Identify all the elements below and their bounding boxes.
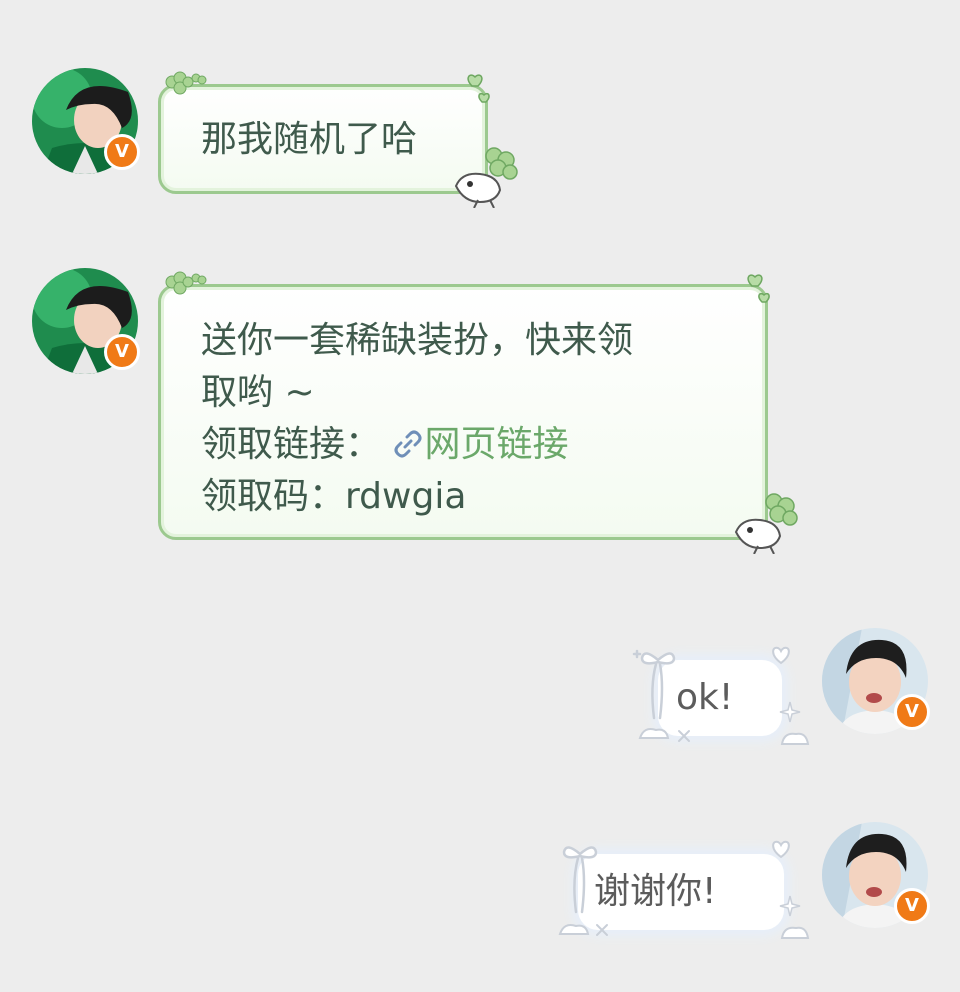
- link-text[interactable]: 网页链接: [424, 424, 568, 465]
- sparkle-icon: [779, 701, 810, 745]
- message-line: 取哟 ~: [201, 372, 315, 413]
- message-bubble[interactable]: 那我随机了哈: [158, 84, 488, 194]
- code-row: 领取码：rdwgia: [201, 471, 765, 523]
- message-line: 送你一套稀缺装扮，快来领: [201, 320, 634, 361]
- clover-icon: [165, 71, 207, 95]
- heart-icon: [467, 74, 490, 103]
- bunny-sticker-icon: [454, 147, 518, 208]
- heart-icon: [772, 840, 790, 859]
- message-bubble[interactable]: 送你一套稀缺装扮，快来领 取哟 ~ 领取链接： 网页链接 领取码：rdwgia: [158, 284, 768, 540]
- message-text: 那我随机了哈: [201, 119, 418, 160]
- heart-icon: [747, 274, 770, 303]
- message-bubble-mine[interactable]: 谢谢你!: [578, 854, 784, 930]
- sparkle-icon: [779, 895, 810, 939]
- message-text: 谢谢你!: [594, 871, 717, 912]
- verified-badge: V: [104, 334, 140, 370]
- bunny-sticker-icon: [734, 493, 798, 554]
- avatar-other[interactable]: V: [32, 268, 140, 374]
- avatar-other[interactable]: V: [32, 68, 140, 174]
- avatar-me[interactable]: V: [822, 822, 930, 928]
- clover-icon: [165, 271, 207, 295]
- cloud-icon: [596, 924, 608, 936]
- code-label: 领取码：: [201, 476, 346, 517]
- claim-code: rdwgia: [345, 476, 467, 517]
- link-row: 领取链接： 网页链接: [201, 419, 765, 471]
- verified-badge: V: [894, 694, 930, 730]
- avatar-me[interactable]: V: [822, 628, 930, 734]
- cloud-icon: [678, 730, 690, 742]
- link-icon: [394, 430, 422, 458]
- verified-badge: V: [104, 134, 140, 170]
- verified-badge: V: [894, 888, 930, 924]
- heart-icon: [772, 646, 790, 665]
- web-link[interactable]: 网页链接: [392, 424, 568, 465]
- link-label: 领取链接：: [201, 424, 382, 465]
